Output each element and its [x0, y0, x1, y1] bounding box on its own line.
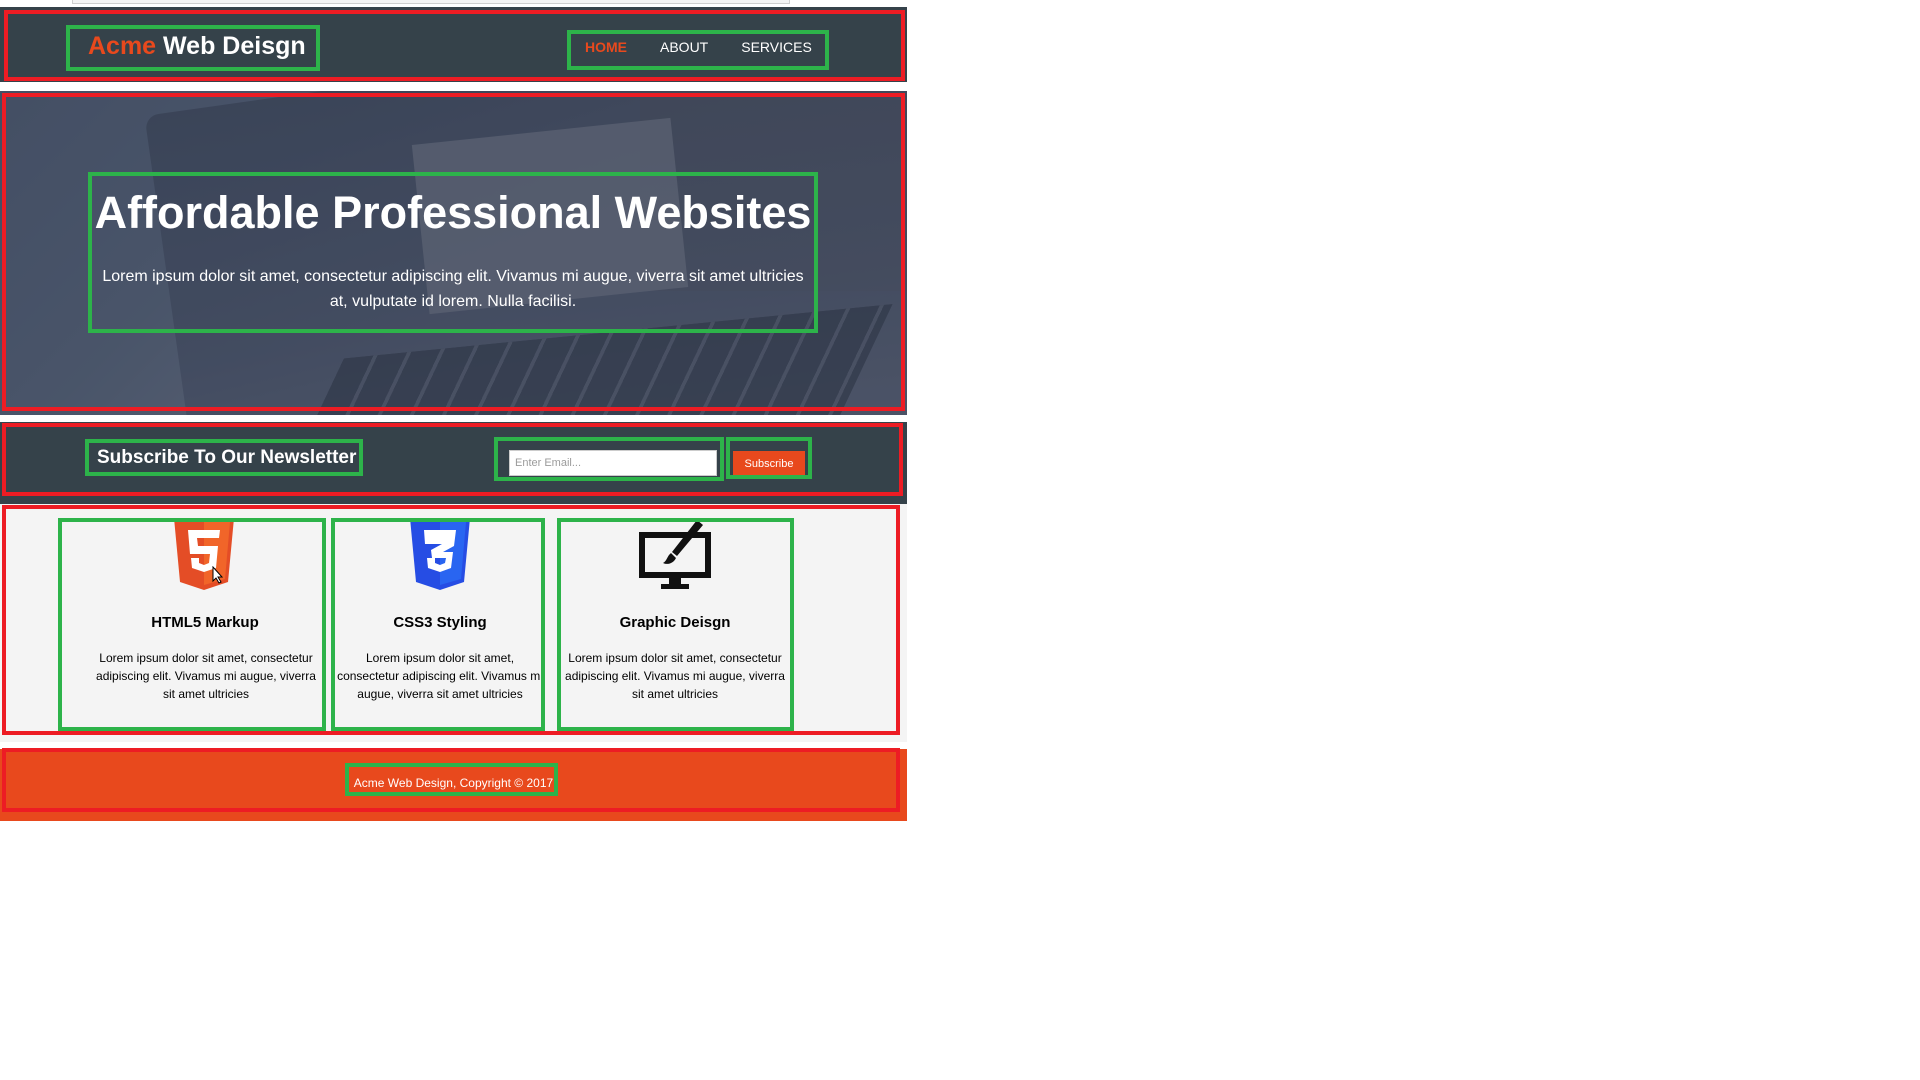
subscribe-button-outline: [726, 437, 812, 479]
nav-outline: [567, 30, 829, 70]
browser-scrollbar[interactable]: [72, 0, 790, 4]
service-box-outline: [557, 518, 794, 731]
logo-outline: [66, 25, 320, 71]
service-box-outline: [58, 518, 326, 731]
service-box-outline: [331, 518, 545, 731]
footer-text-outline: [345, 763, 558, 796]
page: Acme Web Deisgn HOME ABOUT SERVICES Affo…: [0, 7, 907, 821]
email-input-outline: [494, 437, 724, 481]
hero-text-outline: [88, 172, 818, 333]
newsletter-title-outline: [85, 439, 363, 476]
